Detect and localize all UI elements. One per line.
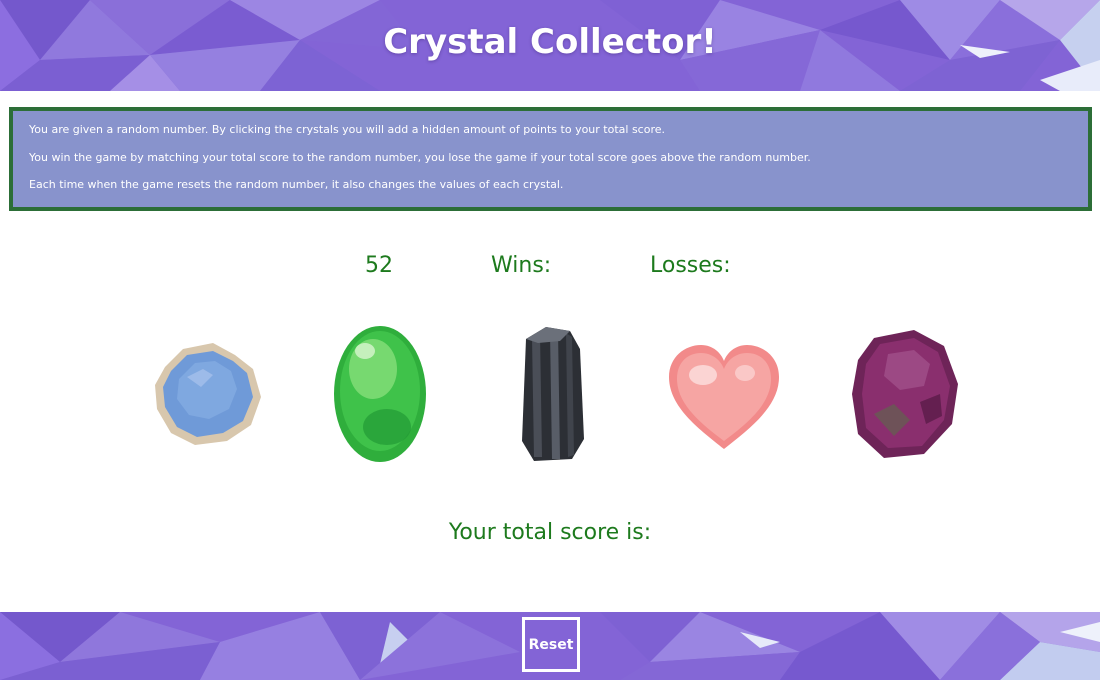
instruction-text: You win the game by matching your total … (29, 150, 811, 164)
wins-label: Wins: (491, 253, 552, 278)
total-score-label: Your total score is: (448, 520, 652, 545)
instruction-text: You are given a random number. By clicki… (29, 123, 666, 136)
instruction-text: Each time when the game resets the rando… (29, 178, 564, 191)
purple-crystal-icon (852, 330, 958, 458)
crystal-button-blue[interactable] (138, 318, 278, 470)
crystal-button-pink[interactable] (654, 318, 794, 470)
page-title: Crystal Collector! (383, 22, 717, 62)
blue-crystal-icon (155, 343, 261, 445)
green-crystal-icon (334, 326, 426, 462)
random-number: 52 (365, 253, 393, 278)
instructions-panel: You are given a random number. By clicki… (9, 107, 1092, 211)
crystal-button-black[interactable] (482, 318, 622, 470)
black-crystal-icon (522, 327, 584, 461)
pink-heart-crystal-icon (669, 345, 779, 449)
crystal-button-green[interactable] (310, 318, 450, 470)
crystal-button-purple[interactable] (834, 318, 974, 470)
header-banner: Crystal Collector! (0, 0, 1100, 91)
losses-label: Losses: (650, 253, 731, 278)
reset-button[interactable]: Reset (522, 617, 580, 672)
footer-banner: Reset (0, 612, 1100, 680)
